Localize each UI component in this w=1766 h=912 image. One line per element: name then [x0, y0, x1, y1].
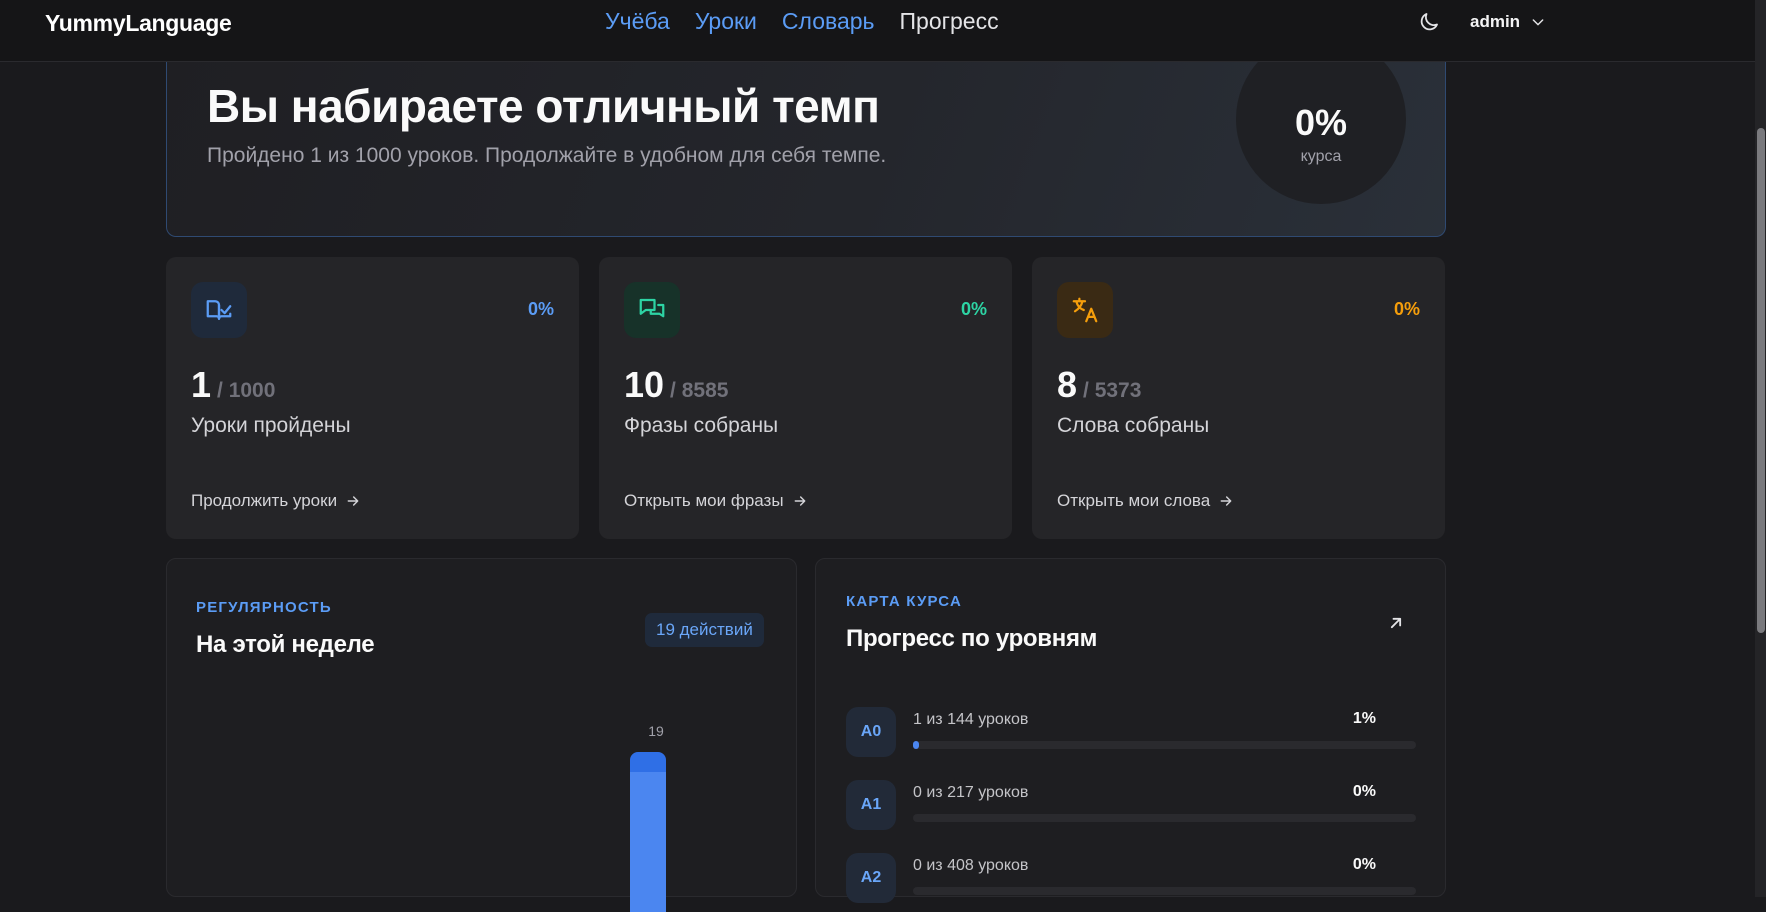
level-row-a1[interactable]: A1 0 из 217 уроков 0% [846, 780, 1416, 832]
translate-icon [1057, 282, 1113, 338]
course-percent-circle: 0% курса [1236, 62, 1406, 204]
stat-link-label: Открыть мои фразы [624, 491, 784, 510]
level-row-a2[interactable]: A2 0 из 408 уроков 0% [846, 853, 1416, 905]
level-progress-text: 0 из 408 уроков [913, 857, 1029, 874]
stat-link-label: Открыть мои слова [1057, 491, 1211, 510]
level-percent: 1% [1352, 710, 1376, 727]
level-badge: A0 [846, 707, 896, 757]
level-progress-text: 0 из 217 уроков [913, 784, 1029, 801]
regularity-title: На этой неделе [196, 631, 375, 658]
course-map-eyebrow: КАРТА КУРСА [846, 593, 962, 610]
stat-label: Уроки пройдены [191, 414, 351, 437]
hero-title: Вы набираете отличный темп [207, 80, 880, 132]
level-percent: 0% [1352, 783, 1376, 800]
main-nav: Учёба Уроки Словарь Прогресс [605, 8, 999, 35]
activity-bar[interactable] [630, 752, 666, 912]
nav-study[interactable]: Учёба [605, 8, 670, 35]
nav-dictionary[interactable]: Словарь [782, 8, 875, 35]
stat-value: 8/ 5373 [1057, 364, 1141, 406]
arrow-right-icon [794, 496, 805, 506]
arrow-right-icon [1220, 496, 1232, 506]
user-menu[interactable]: admin [1470, 12, 1546, 32]
stat-value: 10/ 8585 [624, 364, 728, 406]
top-navigation-bar: YummyLanguage Учёба Уроки Словарь Прогре… [0, 0, 1755, 62]
nav-progress[interactable]: Прогресс [900, 8, 999, 35]
stat-label: Слова собраны [1057, 414, 1210, 437]
actions-badge: 19 действий [645, 613, 764, 647]
chat-bubbles-icon [624, 282, 680, 338]
stat-percent: 0% [960, 299, 987, 319]
level-progress-track [913, 814, 1416, 822]
app-logo[interactable]: YummyLanguage [45, 10, 232, 37]
theme-toggle-moon-icon[interactable] [1417, 10, 1441, 34]
stat-link-label: Продолжить уроки [191, 491, 338, 510]
stat-count: 1 [191, 364, 212, 405]
course-map-panel: КАРТА КУРСА Прогресс по уровням A0 1 из … [815, 558, 1446, 903]
regularity-panel: РЕГУЛЯРНОСТЬ На этой неделе 19 действий … [166, 558, 797, 912]
course-map-title: Прогресс по уровням [846, 625, 1098, 652]
open-words-link[interactable]: Открыть мои слова [1057, 491, 1234, 511]
course-percent-label: курса [1300, 148, 1342, 165]
level-percent: 0% [1352, 856, 1376, 873]
stat-count: 8 [1057, 364, 1078, 405]
scrollbar-thumb[interactable] [1757, 128, 1765, 633]
level-progress-track [913, 741, 1416, 749]
open-phrases-link[interactable]: Открыть мои фразы [624, 491, 808, 511]
open-external-arrow-icon[interactable] [1386, 613, 1406, 633]
regularity-eyebrow: РЕГУЛЯРНОСТЬ [196, 599, 332, 616]
hero-progress-card: Вы набираете отличный темп Пройдено 1 из… [166, 62, 1446, 237]
hero-subtitle: Пройдено 1 из 1000 уроков. Продолжайте в… [207, 144, 887, 167]
level-badge: A1 [846, 780, 896, 830]
level-progress-text: 1 из 144 уроков [913, 711, 1029, 728]
level-progress-fill [913, 741, 920, 749]
stat-total: / 1000 [217, 379, 276, 402]
stat-count: 10 [624, 364, 665, 405]
continue-lessons-link[interactable]: Продолжить уроки [191, 491, 361, 511]
stat-card-lessons: 0% 1/ 1000 Уроки пройдены Продолжить уро… [166, 257, 579, 539]
bar-value-label: 19 [648, 723, 664, 739]
stat-total: / 8585 [670, 379, 729, 402]
stat-label: Фразы собраны [624, 414, 779, 437]
stat-total: / 5373 [1083, 379, 1142, 402]
stat-percent: 0% [527, 299, 554, 319]
user-name: admin [1470, 12, 1521, 31]
chevron-down-icon [1532, 19, 1544, 26]
stat-card-words: 0% 8/ 5373 Слова собраны Открыть мои сло… [1032, 257, 1445, 539]
stat-value: 1/ 1000 [191, 364, 275, 406]
stat-percent: 0% [1393, 299, 1420, 319]
level-row-a0[interactable]: A0 1 из 144 уроков 1% [846, 707, 1416, 759]
nav-lessons[interactable]: Уроки [695, 8, 757, 35]
level-progress-track [913, 887, 1416, 895]
level-badge: A2 [846, 853, 896, 903]
book-check-icon [191, 282, 247, 338]
stat-card-phrases: 0% 10/ 8585 Фразы собраны Открыть мои фр… [599, 257, 1012, 539]
course-percent-value: 0% [1294, 102, 1348, 143]
arrow-right-icon [347, 496, 359, 506]
